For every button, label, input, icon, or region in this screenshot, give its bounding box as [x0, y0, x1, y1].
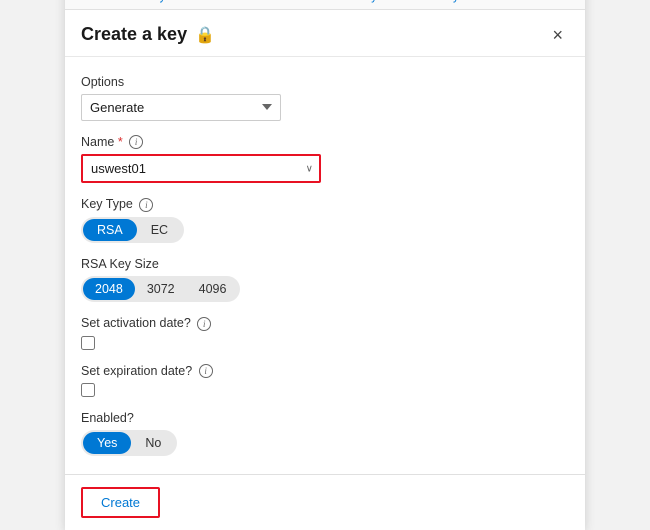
- name-input-wrapper: ∨: [81, 154, 321, 183]
- breadcrumb-select-data-box[interactable]: Select your Azure Data Box: [124, 0, 265, 3]
- expiration-date-label: Set expiration date? i: [81, 364, 569, 379]
- activation-checkbox-wrapper: [81, 336, 569, 350]
- modal-title-row: Create a key 🔒: [81, 24, 215, 45]
- modal-title: Create a key: [81, 24, 187, 45]
- key-type-toggle: RSA EC: [81, 217, 184, 243]
- enabled-yes-button[interactable]: Yes: [83, 432, 131, 454]
- key-type-field: Key Type i RSA EC: [81, 197, 569, 243]
- rsa-size-toggle: 2048 3072 4096: [81, 276, 240, 302]
- key-type-label: Key Type i: [81, 197, 569, 212]
- create-button[interactable]: Create: [81, 487, 160, 518]
- breadcrumb-home[interactable]: Home: [79, 0, 110, 3]
- expiration-checkbox-wrapper: [81, 383, 569, 397]
- breadcrumb-order[interactable]: Order: [280, 0, 309, 3]
- enabled-toggle: Yes No: [81, 430, 177, 456]
- lock-icon: 🔒: [195, 25, 215, 45]
- modal-body: Options Generate Import Restore from bac…: [65, 57, 585, 475]
- modal-header: Create a key 🔒 ×: [65, 10, 585, 57]
- options-select[interactable]: Generate Import Restore from backup: [81, 94, 281, 121]
- close-button[interactable]: ×: [546, 24, 569, 46]
- rsa-size-field: RSA Key Size 2048 3072 4096: [81, 257, 569, 302]
- options-field: Options Generate Import Restore from bac…: [81, 75, 569, 121]
- rsa-size-label: RSA Key Size: [81, 257, 569, 271]
- rsa-size-4096-button[interactable]: 4096: [187, 278, 239, 300]
- key-type-rsa-button[interactable]: RSA: [83, 219, 137, 241]
- enabled-field: Enabled? Yes No: [81, 411, 569, 456]
- name-field: Name * i ∨: [81, 135, 569, 184]
- options-label: Options: [81, 75, 569, 89]
- activation-date-checkbox[interactable]: [81, 336, 95, 350]
- expiration-date-checkbox[interactable]: [81, 383, 95, 397]
- name-info-icon[interactable]: i: [129, 135, 143, 149]
- expiration-info-icon[interactable]: i: [199, 364, 213, 378]
- breadcrumb: Home > Select your Azure Data Box > Orde…: [65, 0, 585, 10]
- activation-date-label: Set activation date? i: [81, 316, 569, 331]
- name-input[interactable]: [81, 154, 321, 183]
- activation-date-field: Set activation date? i: [81, 316, 569, 350]
- key-type-ec-button[interactable]: EC: [137, 219, 182, 241]
- required-marker: *: [118, 135, 123, 149]
- name-label: Name * i: [81, 135, 569, 150]
- enabled-no-button[interactable]: No: [131, 432, 175, 454]
- rsa-size-3072-button[interactable]: 3072: [135, 278, 187, 300]
- modal-container: Home > Select your Azure Data Box > Orde…: [65, 0, 585, 530]
- expiration-date-field: Set expiration date? i: [81, 364, 569, 398]
- rsa-size-2048-button[interactable]: 2048: [83, 278, 135, 300]
- enabled-label: Enabled?: [81, 411, 569, 425]
- breadcrumb-select-key[interactable]: Select key from Azure Key Vault: [324, 0, 487, 3]
- key-type-info-icon[interactable]: i: [139, 198, 153, 212]
- modal-footer: Create: [65, 474, 585, 530]
- activation-info-icon[interactable]: i: [197, 317, 211, 331]
